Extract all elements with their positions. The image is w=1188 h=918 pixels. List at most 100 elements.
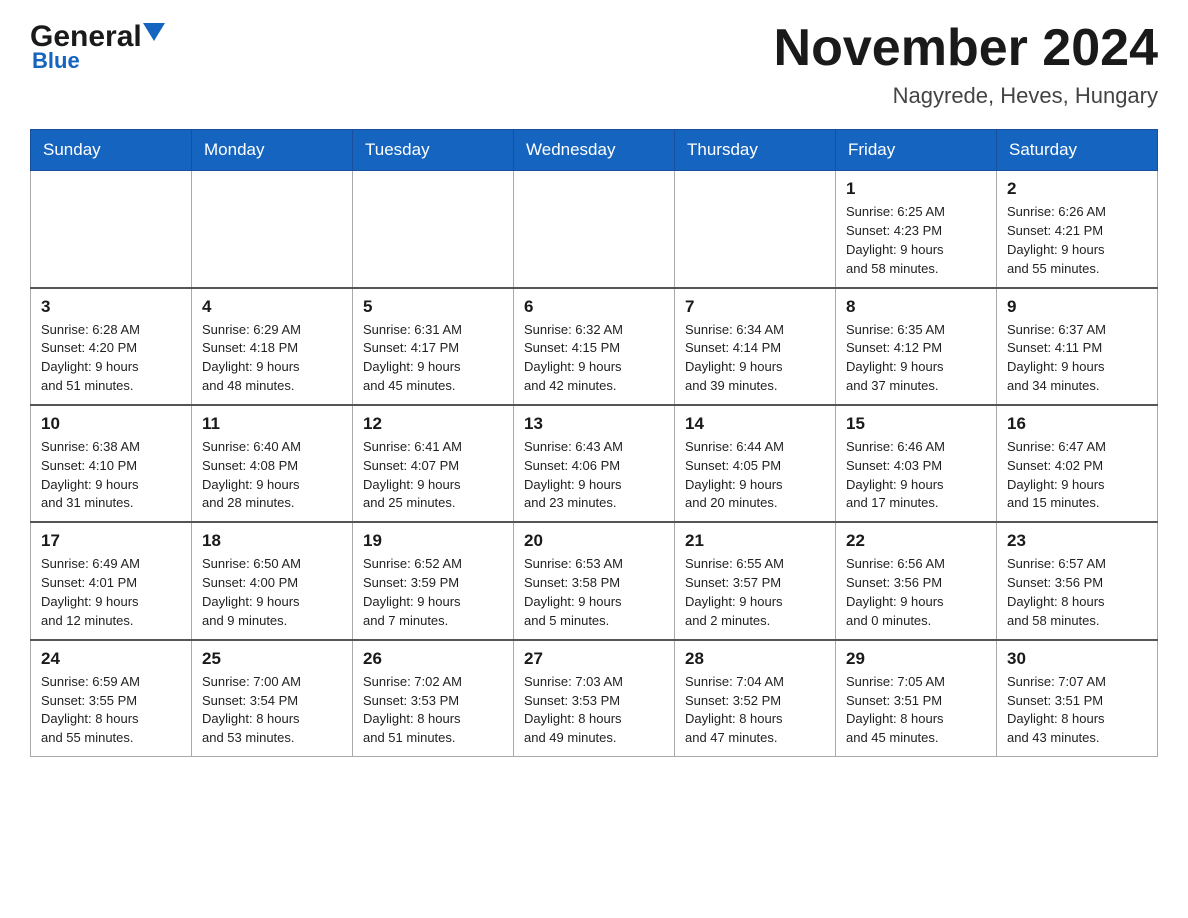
weekday-header-thursday: Thursday	[675, 130, 836, 171]
day-info: Sunrise: 6:40 AM Sunset: 4:08 PM Dayligh…	[202, 438, 342, 513]
calendar-cell	[675, 171, 836, 288]
day-number: 29	[846, 649, 986, 669]
calendar-week-row: 1 Sunrise: 6:25 AM Sunset: 4:23 PM Daylig…	[31, 171, 1158, 288]
calendar-cell: 14Sunrise: 6:44 AM Sunset: 4:05 PM Dayli…	[675, 405, 836, 522]
day-info: Sunrise: 7:07 AM Sunset: 3:51 PM Dayligh…	[1007, 673, 1147, 748]
day-info: Sunrise: 6:56 AM Sunset: 3:56 PM Dayligh…	[846, 555, 986, 630]
calendar-cell: 17 Sunrise: 6:49 AM Sunset: 4:01 PM Dayli…	[31, 522, 192, 639]
calendar-title: November 2024	[774, 20, 1158, 77]
calendar-cell: 29Sunrise: 7:05 AM Sunset: 3:51 PM Dayli…	[836, 640, 997, 757]
weekday-header-tuesday: Tuesday	[353, 130, 514, 171]
calendar-cell: 15 Sunrise: 6:46 AM Sunset: 4:03 PM Dayli…	[836, 405, 997, 522]
day-number: 10	[41, 414, 181, 434]
calendar-cell	[514, 171, 675, 288]
day-number: 20	[524, 531, 664, 551]
day-info: Sunrise: 6:53 AM Sunset: 3:58 PM Dayligh…	[524, 555, 664, 630]
day-info: Sunrise: 6:44 AM Sunset: 4:05 PM Dayligh…	[685, 438, 825, 513]
day-number: 2	[1007, 179, 1147, 199]
day-info: Sunrise: 6:55 AM Sunset: 3:57 PM Dayligh…	[685, 555, 825, 630]
weekday-header-sunday: Sunday	[31, 130, 192, 171]
calendar-cell	[31, 171, 192, 288]
day-number: 1	[846, 179, 986, 199]
weekday-header-friday: Friday	[836, 130, 997, 171]
title-section: November 2024 Nagyrede, Heves, Hungary	[774, 20, 1158, 109]
day-info: Sunrise: 6:35 AM Sunset: 4:12 PM Dayligh…	[846, 321, 986, 396]
day-info: Sunrise: 7:04 AM Sunset: 3:52 PM Dayligh…	[685, 673, 825, 748]
day-number: 3	[41, 297, 181, 317]
calendar-cell: 28 Sunrise: 7:04 AM Sunset: 3:52 PM Dayli…	[675, 640, 836, 757]
calendar-cell: 20 Sunrise: 6:53 AM Sunset: 3:58 PM Dayli…	[514, 522, 675, 639]
calendar-cell: 11 Sunrise: 6:40 AM Sunset: 4:08 PM Dayli…	[192, 405, 353, 522]
day-info: Sunrise: 7:02 AM Sunset: 3:53 PM Dayligh…	[363, 673, 503, 748]
day-number: 21	[685, 531, 825, 551]
day-info: Sunrise: 6:37 AM Sunset: 4:11 PM Dayligh…	[1007, 321, 1147, 396]
day-number: 17	[41, 531, 181, 551]
day-info: Sunrise: 6:34 AM Sunset: 4:14 PM Dayligh…	[685, 321, 825, 396]
calendar-week-row: 24 Sunrise: 6:59 AM Sunset: 3:55 PM Dayli…	[31, 640, 1158, 757]
calendar-cell: 25 Sunrise: 7:00 AM Sunset: 3:54 PM Dayli…	[192, 640, 353, 757]
day-info: Sunrise: 6:49 AM Sunset: 4:01 PM Dayligh…	[41, 555, 181, 630]
day-number: 15	[846, 414, 986, 434]
day-number: 9	[1007, 297, 1147, 317]
calendar-cell: 12 Sunrise: 6:41 AM Sunset: 4:07 PM Dayli…	[353, 405, 514, 522]
calendar-cell: 22Sunrise: 6:56 AM Sunset: 3:56 PM Dayli…	[836, 522, 997, 639]
calendar-cell: 30 Sunrise: 7:07 AM Sunset: 3:51 PM Dayli…	[997, 640, 1158, 757]
day-number: 4	[202, 297, 342, 317]
calendar-cell: 9 Sunrise: 6:37 AM Sunset: 4:11 PM Daylig…	[997, 288, 1158, 405]
day-number: 19	[363, 531, 503, 551]
day-number: 28	[685, 649, 825, 669]
day-info: Sunrise: 6:41 AM Sunset: 4:07 PM Dayligh…	[363, 438, 503, 513]
calendar-cell: 6 Sunrise: 6:32 AM Sunset: 4:15 PM Daylig…	[514, 288, 675, 405]
day-info: Sunrise: 6:28 AM Sunset: 4:20 PM Dayligh…	[41, 321, 181, 396]
day-number: 23	[1007, 531, 1147, 551]
calendar-week-row: 3 Sunrise: 6:28 AM Sunset: 4:20 PM Daylig…	[31, 288, 1158, 405]
day-number: 26	[363, 649, 503, 669]
day-number: 6	[524, 297, 664, 317]
day-number: 25	[202, 649, 342, 669]
day-number: 7	[685, 297, 825, 317]
calendar-table: SundayMondayTuesdayWednesdayThursdayFrid…	[30, 129, 1158, 757]
day-number: 13	[524, 414, 664, 434]
calendar-week-row: 10 Sunrise: 6:38 AM Sunset: 4:10 PM Dayli…	[31, 405, 1158, 522]
calendar-cell: 26 Sunrise: 7:02 AM Sunset: 3:53 PM Dayli…	[353, 640, 514, 757]
calendar-cell	[353, 171, 514, 288]
logo: General Blue	[30, 20, 165, 74]
day-info: Sunrise: 6:43 AM Sunset: 4:06 PM Dayligh…	[524, 438, 664, 513]
calendar-cell: 3 Sunrise: 6:28 AM Sunset: 4:20 PM Daylig…	[31, 288, 192, 405]
calendar-cell: 19Sunrise: 6:52 AM Sunset: 3:59 PM Dayli…	[353, 522, 514, 639]
calendar-cell: 27 Sunrise: 7:03 AM Sunset: 3:53 PM Dayli…	[514, 640, 675, 757]
calendar-cell: 2 Sunrise: 6:26 AM Sunset: 4:21 PM Daylig…	[997, 171, 1158, 288]
weekday-header-saturday: Saturday	[997, 130, 1158, 171]
day-info: Sunrise: 6:26 AM Sunset: 4:21 PM Dayligh…	[1007, 203, 1147, 278]
day-info: Sunrise: 6:46 AM Sunset: 4:03 PM Dayligh…	[846, 438, 986, 513]
calendar-cell	[192, 171, 353, 288]
day-number: 5	[363, 297, 503, 317]
calendar-cell: 21 Sunrise: 6:55 AM Sunset: 3:57 PM Dayli…	[675, 522, 836, 639]
day-number: 24	[41, 649, 181, 669]
day-number: 27	[524, 649, 664, 669]
day-info: Sunrise: 6:32 AM Sunset: 4:15 PM Dayligh…	[524, 321, 664, 396]
day-info: Sunrise: 6:59 AM Sunset: 3:55 PM Dayligh…	[41, 673, 181, 748]
day-number: 12	[363, 414, 503, 434]
calendar-week-row: 17 Sunrise: 6:49 AM Sunset: 4:01 PM Dayli…	[31, 522, 1158, 639]
day-info: Sunrise: 7:00 AM Sunset: 3:54 PM Dayligh…	[202, 673, 342, 748]
day-number: 8	[846, 297, 986, 317]
day-number: 30	[1007, 649, 1147, 669]
calendar-cell: 7 Sunrise: 6:34 AM Sunset: 4:14 PM Daylig…	[675, 288, 836, 405]
logo-triangle-icon	[143, 23, 165, 45]
calendar-cell: 18Sunrise: 6:50 AM Sunset: 4:00 PM Dayli…	[192, 522, 353, 639]
calendar-cell: 23 Sunrise: 6:57 AM Sunset: 3:56 PM Dayli…	[997, 522, 1158, 639]
day-number: 16	[1007, 414, 1147, 434]
day-info: Sunrise: 6:38 AM Sunset: 4:10 PM Dayligh…	[41, 438, 181, 513]
calendar-cell: 16Sunrise: 6:47 AM Sunset: 4:02 PM Dayli…	[997, 405, 1158, 522]
calendar-subtitle: Nagyrede, Heves, Hungary	[774, 83, 1158, 109]
calendar-cell: 10 Sunrise: 6:38 AM Sunset: 4:10 PM Dayli…	[31, 405, 192, 522]
day-number: 11	[202, 414, 342, 434]
day-info: Sunrise: 7:03 AM Sunset: 3:53 PM Dayligh…	[524, 673, 664, 748]
calendar-cell: 13 Sunrise: 6:43 AM Sunset: 4:06 PM Dayli…	[514, 405, 675, 522]
day-info: Sunrise: 6:25 AM Sunset: 4:23 PM Dayligh…	[846, 203, 986, 278]
day-info: Sunrise: 6:57 AM Sunset: 3:56 PM Dayligh…	[1007, 555, 1147, 630]
day-info: Sunrise: 6:50 AM Sunset: 4:00 PM Dayligh…	[202, 555, 342, 630]
day-info: Sunrise: 6:29 AM Sunset: 4:18 PM Dayligh…	[202, 321, 342, 396]
page-header: General Blue November 2024 Nagyrede, Hev…	[30, 20, 1158, 109]
